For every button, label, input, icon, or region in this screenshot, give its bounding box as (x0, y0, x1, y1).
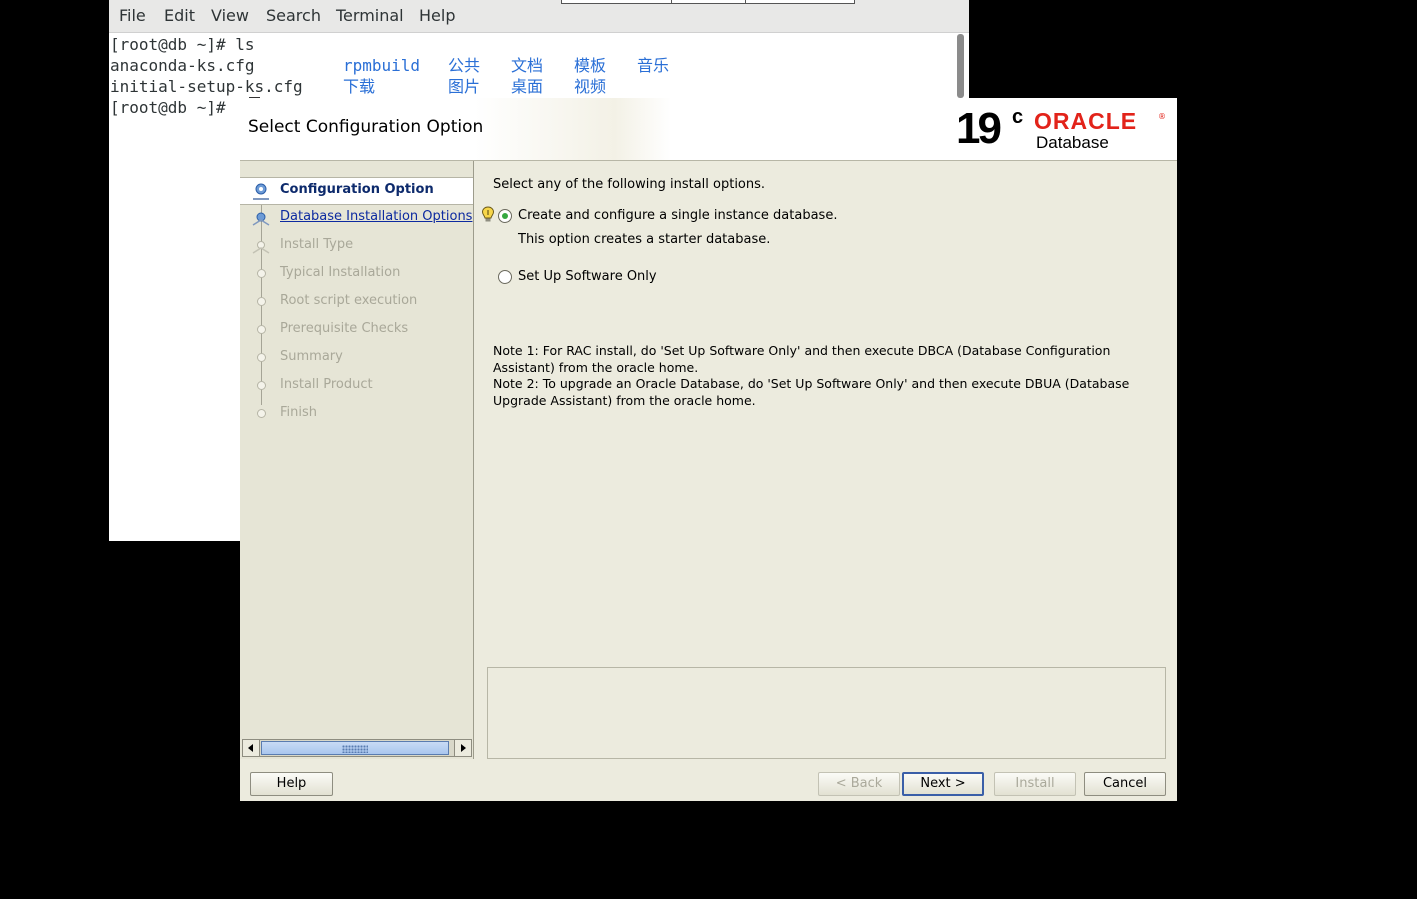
menu-file[interactable]: File (119, 6, 146, 25)
dir-entry: rpmbuild (343, 56, 421, 75)
intro-text: Select any of the following install opti… (493, 177, 766, 192)
dir-entry: 公共 (448, 56, 481, 75)
tab-strip-edge (561, 0, 855, 4)
install-button[interactable]: Install (994, 772, 1076, 796)
content-panel: Select any of the following install opti… (481, 161, 1174, 759)
terminal-line: [root@db ~]# ls (110, 35, 255, 54)
dir-entry: 视频 (574, 77, 607, 96)
step-summary: Summary (240, 345, 473, 371)
step-pending-icon (252, 241, 270, 254)
terminal-prompt: [root@db ~]# (110, 98, 226, 117)
dir-entry: 文档 (511, 56, 544, 75)
step-label: Install Type (280, 237, 354, 252)
step-dot-icon (257, 297, 266, 306)
steps-horizontal-scrollbar[interactable] (242, 739, 472, 757)
scroll-thumb[interactable] (261, 741, 449, 755)
current-step-icon (253, 183, 269, 200)
software-only-label[interactable]: Set Up Software Only (518, 269, 657, 284)
step-typical-installation: Typical Installation (240, 261, 473, 287)
dir-entry: 桌面 (511, 77, 544, 96)
installer-banner: Select Configuration Option 19 c ORACLE … (240, 98, 1177, 161)
create-database-description: This option creates a starter database. (518, 232, 771, 247)
step-link-icon (252, 212, 270, 226)
scroll-left-button[interactable] (243, 740, 260, 756)
grip-icon (342, 745, 368, 753)
terminal-scrollbar[interactable] (957, 34, 964, 98)
scroll-right-button[interactable] (454, 740, 471, 756)
step-install-product: Install Product (240, 373, 473, 399)
next-button[interactable]: Next > (902, 772, 984, 796)
note-rac: Note 1: For RAC install, do 'Set Up Soft… (493, 343, 1111, 375)
note-upgrade: Note 2: To upgrade an Oracle Database, d… (493, 376, 1130, 408)
terminal-output[interactable]: [root@db ~]# ls anaconda-ks.cfg rpmbuild… (110, 34, 669, 349)
menu-search[interactable]: Search (266, 6, 321, 25)
step-root-script-execution: Root script execution (240, 289, 473, 315)
dir-entry: 模板 (574, 56, 607, 75)
step-label: Database Installation Options (280, 209, 473, 224)
dir-entry: 图片 (448, 77, 481, 96)
step-dot-icon (257, 381, 266, 390)
step-label: Install Product (280, 377, 373, 392)
notes-text: Note 1: For RAC install, do 'Set Up Soft… (493, 343, 1163, 409)
oracle-installer-window: Select Configuration Option 19 c ORACLE … (240, 98, 1177, 801)
arrow-left-icon (248, 744, 253, 752)
step-install-type: Install Type (240, 233, 473, 259)
step-dot-icon (257, 269, 266, 278)
step-database-installation-options[interactable]: Database Installation Options (240, 205, 473, 231)
create-database-radio[interactable] (498, 209, 512, 223)
step-dot-icon (257, 325, 266, 334)
step-label: Summary (280, 349, 343, 364)
cancel-button[interactable]: Cancel (1084, 772, 1166, 796)
file-entry: anaconda-ks.cfg (110, 56, 255, 75)
detail-message-area (487, 667, 1166, 759)
lightbulb-icon (481, 206, 495, 222)
arrow-right-icon (461, 744, 466, 752)
step-label: Typical Installation (280, 265, 401, 280)
file-entry: initial-setup-ks.cfg (110, 77, 303, 96)
dir-entry: 下载 (343, 77, 376, 96)
step-prerequisite-checks: Prerequisite Checks (240, 317, 473, 343)
back-button[interactable]: < Back (818, 772, 900, 796)
steps-panel: Configuration Option Database Installati… (240, 161, 474, 759)
menu-view[interactable]: View (211, 6, 249, 25)
dir-entry: 音乐 (637, 56, 670, 75)
create-database-label[interactable]: Create and configure a single instance d… (518, 208, 837, 223)
page-title: Select Configuration Option (248, 117, 484, 137)
menu-help[interactable]: Help (419, 6, 455, 25)
menu-edit[interactable]: Edit (164, 6, 195, 25)
menu-terminal[interactable]: Terminal (336, 6, 404, 25)
help-button[interactable]: Help (250, 772, 333, 796)
terminal-menubar: File Edit View Search Terminal Help (109, 0, 969, 33)
step-label: Configuration Option (280, 182, 434, 197)
step-finish: Finish (240, 401, 473, 427)
oracle-logo: 19 c ORACLE ® Database (956, 104, 1166, 153)
step-dot-icon (257, 409, 266, 418)
step-label: Prerequisite Checks (280, 321, 409, 336)
step-dot-icon (257, 353, 266, 362)
step-configuration-option[interactable]: Configuration Option (240, 177, 473, 205)
step-label: Root script execution (280, 293, 418, 308)
step-label: Finish (280, 405, 318, 420)
software-only-radio[interactable] (498, 270, 512, 284)
